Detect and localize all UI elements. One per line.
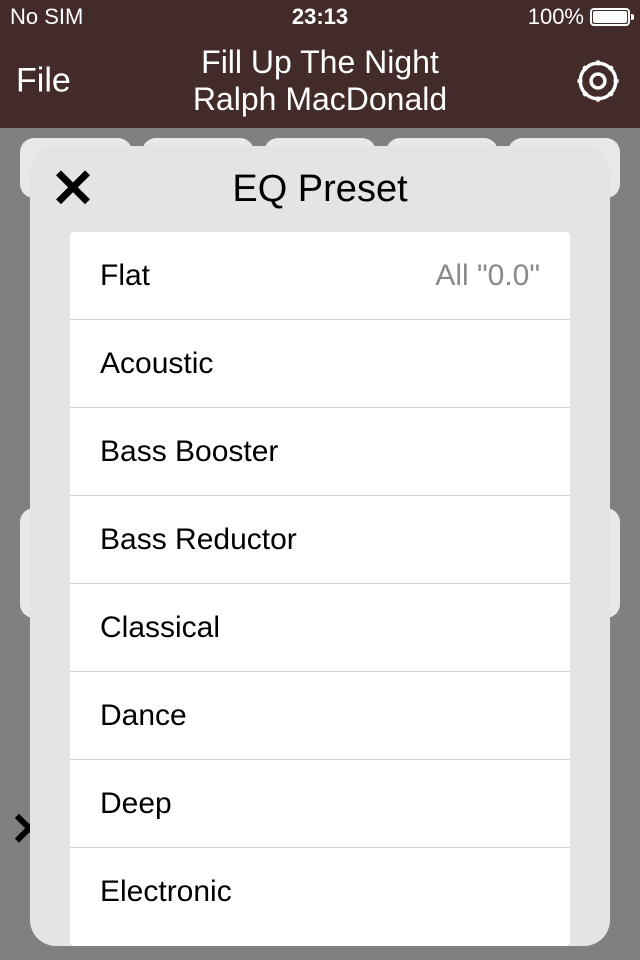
list-item[interactable]: Classical: [70, 584, 570, 672]
preset-label: Classical: [100, 611, 220, 645]
track-title: Fill Up The Night: [0, 44, 640, 81]
preset-detail: All "0.0": [435, 259, 540, 293]
now-playing-titles: Fill Up The Night Ralph MacDonald: [0, 44, 640, 118]
eq-preset-modal: ✕ EQ Preset Flat All "0.0" Acoustic Bass…: [30, 146, 610, 946]
modal-title: EQ Preset: [232, 168, 407, 211]
preset-label: Electronic: [100, 875, 232, 909]
artist-name: Ralph MacDonald: [0, 81, 640, 118]
app-header: File Fill Up The Night Ralph MacDonald: [0, 34, 640, 128]
list-item[interactable]: Bass Reductor: [70, 496, 570, 584]
preset-label: Dance: [100, 699, 187, 733]
preset-label: Bass Reductor: [100, 523, 297, 557]
preset-label: Flat: [100, 259, 150, 293]
list-item[interactable]: Flat All "0.0": [70, 232, 570, 320]
preset-label: Bass Booster: [100, 435, 278, 469]
list-item[interactable]: Dance: [70, 672, 570, 760]
preset-list[interactable]: Flat All "0.0" Acoustic Bass Booster Bas…: [70, 232, 570, 936]
close-button[interactable]: ✕: [48, 164, 98, 214]
status-bar: No SIM 23:13 100%: [0, 0, 640, 34]
gear-icon: [572, 55, 624, 107]
list-item[interactable]: Electronic: [70, 848, 570, 936]
settings-button[interactable]: [572, 55, 624, 107]
carrier-label: No SIM: [10, 4, 83, 30]
preset-label: Acoustic: [100, 347, 213, 381]
battery-percent: 100%: [528, 4, 584, 30]
preset-label: Deep: [100, 787, 172, 821]
list-item[interactable]: Deep: [70, 760, 570, 848]
list-item[interactable]: Acoustic: [70, 320, 570, 408]
list-item[interactable]: Bass Booster: [70, 408, 570, 496]
battery-icon: [590, 8, 630, 26]
preset-list-container: Flat All "0.0" Acoustic Bass Booster Bas…: [70, 232, 570, 946]
modal-header: ✕ EQ Preset: [30, 146, 610, 232]
close-icon: ✕: [50, 162, 95, 216]
